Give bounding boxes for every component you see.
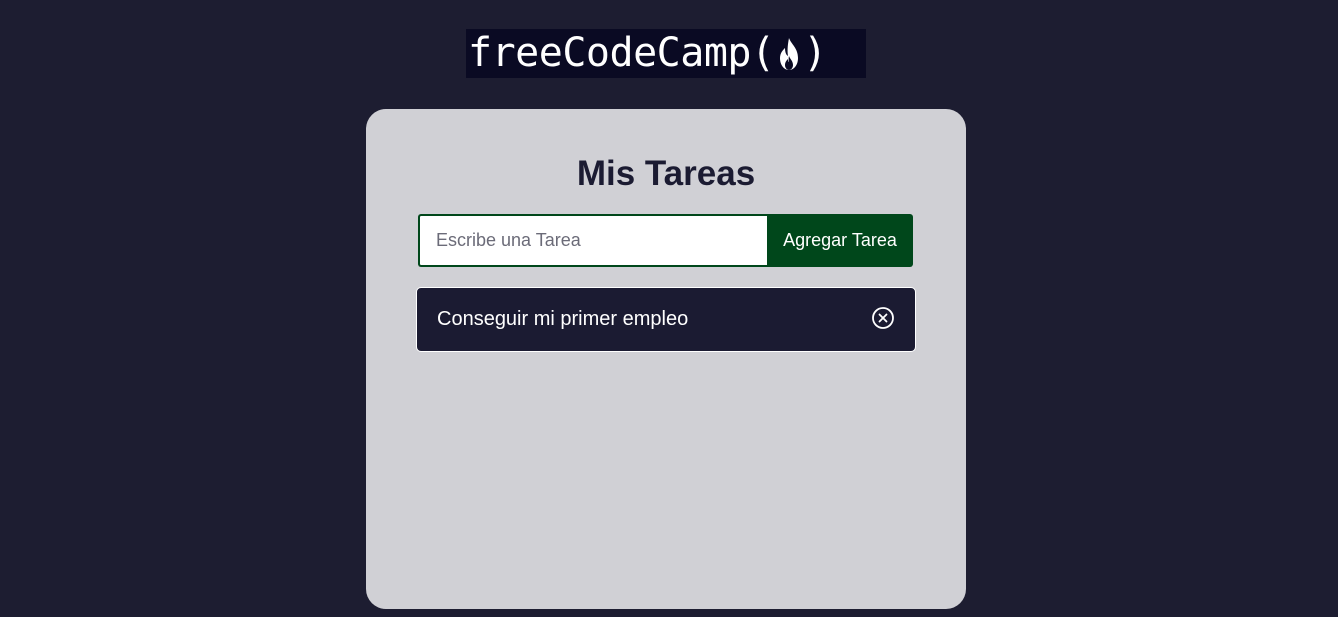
logo-paren-close: ): [803, 30, 828, 76]
freecodecamp-logo: freeCodeCamp( ): [466, 29, 866, 78]
task-text: Conseguir mi primer empleo: [437, 308, 689, 330]
flame-icon: [780, 37, 799, 70]
task-form: Agregar Tarea: [418, 214, 913, 267]
close-circle-icon[interactable]: [871, 306, 895, 330]
task-input[interactable]: [418, 214, 767, 267]
logo-text: freeCodeCamp: [468, 30, 751, 76]
task-item[interactable]: Conseguir mi primer empleo: [416, 287, 916, 352]
page-title: Mis Tareas: [576, 154, 756, 193]
task-list: Conseguir mi primer empleo: [416, 287, 916, 352]
logo-paren-open: (: [750, 30, 776, 76]
add-task-button[interactable]: Agregar Tarea: [767, 214, 913, 267]
